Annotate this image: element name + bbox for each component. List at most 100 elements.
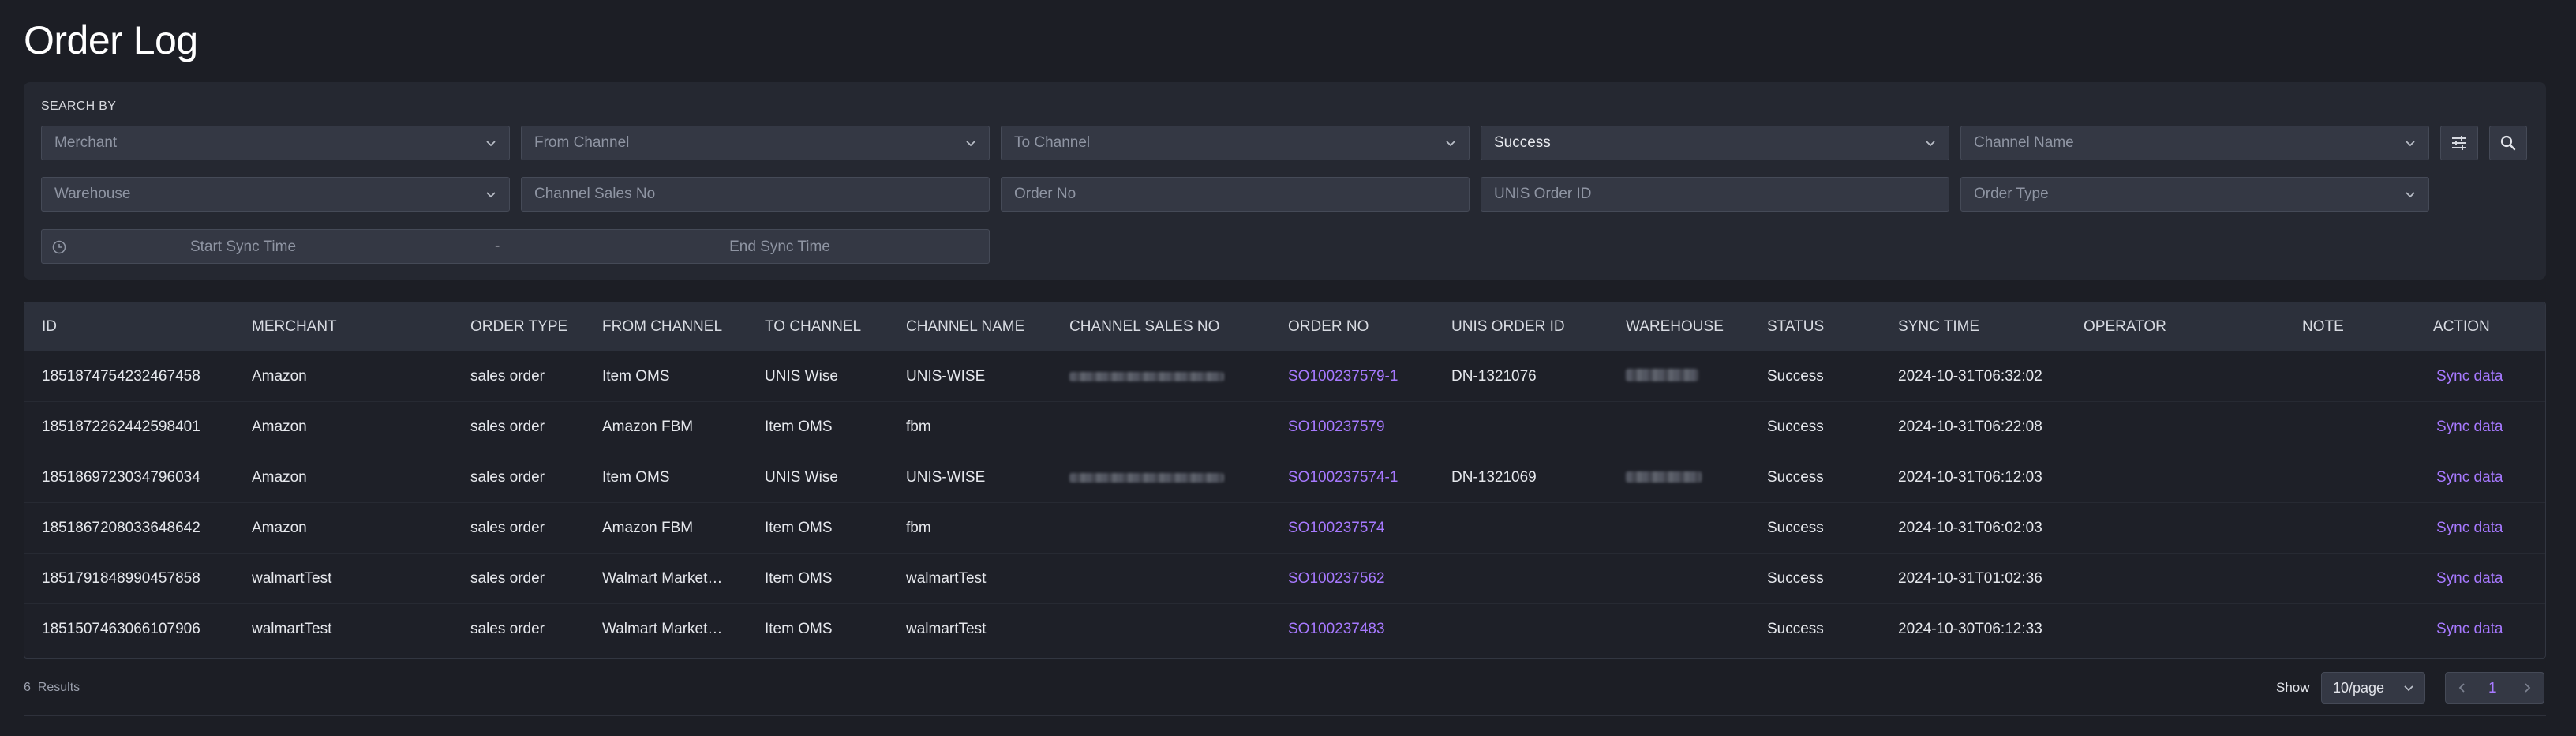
pagination: 1 [2445,672,2544,704]
unis-order-id-input[interactable]: UNIS Order ID [1481,177,1949,212]
column-header-operator: OPERATOR [2084,318,2166,335]
cell-id: 1851869723034796034 [42,469,200,486]
warehouse-select[interactable]: Warehouse [41,177,510,212]
chevron-left-icon[interactable] [2457,682,2468,693]
cell-status: Success [1767,520,1824,536]
merchant-select-placeholder: Merchant [54,134,118,151]
order-no-link[interactable]: SO100237574-1 [1288,469,1398,486]
cell-merchant: Amazon [252,520,307,536]
cell-sync-time: 2024-10-30T06:12:33 [1898,621,2042,637]
cell-sync-time: 2024-10-31T06:22:08 [1898,419,2042,435]
order-no-link[interactable]: SO100237579-1 [1288,368,1398,385]
column-header-warehouse: WAREHOUSE [1626,318,1724,335]
cell-unis-order-id: DN-1321076 [1451,368,1537,385]
unis-order-id-placeholder: UNIS Order ID [1494,186,1592,202]
order-no-input[interactable]: Order No [1001,177,1470,212]
table-row: 1851867208033648642 Amazon sales order A… [24,503,2545,554]
cell-order-type: sales order [470,419,545,435]
column-header-channel-sales-no: CHANNEL SALES NO [1069,318,1220,335]
redacted-warehouse [1626,369,1698,381]
cell-from-channel: Walmart Market… [602,621,723,637]
search-button[interactable] [2489,126,2527,160]
cell-merchant: Amazon [252,368,307,385]
redacted-warehouse [1626,471,1702,483]
to-channel-select[interactable]: To Channel [1001,126,1470,160]
cell-channel-name: walmartTest [906,570,987,587]
cell-to-channel: Item OMS [765,621,833,637]
cell-status: Success [1767,469,1824,486]
cell-from-channel: Item OMS [602,368,670,385]
order-no-link[interactable]: SO100237579 [1288,419,1385,436]
sync-data-link[interactable]: Sync data [2436,419,2503,436]
cell-order-type: sales order [470,520,545,536]
results-label: Results [37,681,80,694]
results-count: 6 Results [24,681,80,695]
column-header-action: ACTION [2433,318,2490,335]
from-channel-select[interactable]: From Channel [521,126,990,160]
cell-status: Success [1767,570,1824,587]
cell-order-type: sales order [470,621,545,637]
column-header-order-type: ORDER TYPE [470,318,568,335]
column-header-merchant: MERCHANT [252,318,337,335]
order-type-select[interactable]: Order Type [1960,177,2429,212]
cell-unis-order-id: DN-1321069 [1451,469,1537,486]
cell-to-channel: Item OMS [765,520,833,536]
table-header: ID MERCHANT ORDER TYPE FROM CHANNEL TO C… [24,302,2545,351]
column-header-sync-time: SYNC TIME [1898,318,1980,335]
table-row: 1851507463066107906 walmartTest sales or… [24,604,2545,655]
cell-status: Success [1767,419,1824,435]
sync-data-link[interactable]: Sync data [2436,368,2503,385]
sync-data-link[interactable]: Sync data [2436,520,2503,537]
order-type-select-placeholder: Order Type [1974,186,2049,202]
chevron-down-icon [2406,141,2415,147]
cell-to-channel: UNIS Wise [765,368,838,385]
channel-sales-no-input[interactable]: Channel Sales No [521,177,990,212]
order-no-link[interactable]: SO100237562 [1288,570,1385,588]
status-select-value: Success [1494,134,1551,151]
cell-to-channel: Item OMS [765,570,833,587]
search-icon [2500,135,2516,151]
order-no-link[interactable]: SO100237574 [1288,520,1385,537]
cell-from-channel: Amazon FBM [602,520,694,536]
cell-from-channel: Walmart Market… [602,570,723,587]
column-header-status: STATUS [1767,318,1825,335]
current-page-button[interactable]: 1 [2488,680,2497,697]
sync-time-range-picker[interactable]: Start Sync Time - End Sync Time [41,229,990,264]
cell-sync-time: 2024-10-31T06:02:03 [1898,520,2042,536]
column-header-from-channel: FROM CHANNEL [602,318,723,335]
chevron-down-icon [2404,685,2413,692]
search-panel: SEARCH BY Merchant From Channel To Chann… [24,82,2546,280]
page-title: Order Log [24,18,198,62]
cell-to-channel: Item OMS [765,419,833,435]
cell-channel-name: UNIS-WISE [906,469,986,486]
cell-sync-time: 2024-10-31T01:02:36 [1898,570,2042,587]
channel-name-select[interactable]: Channel Name [1960,126,2429,160]
to-channel-select-placeholder: To Channel [1014,134,1091,151]
page-size-select[interactable]: 10/page [2321,672,2425,704]
status-select[interactable]: Success [1481,126,1949,160]
sync-data-link[interactable]: Sync data [2436,570,2503,588]
filter-settings-button[interactable] [2440,126,2478,160]
cell-sync-time: 2024-10-31T06:32:02 [1898,368,2042,385]
sync-data-link[interactable]: Sync data [2436,469,2503,486]
from-channel-select-placeholder: From Channel [534,134,630,151]
order-no-link[interactable]: SO100237483 [1288,621,1385,638]
cell-order-type: sales order [470,570,545,587]
chevron-right-icon[interactable] [2522,682,2533,693]
end-sync-time-input[interactable]: End Sync Time [650,238,910,256]
cell-merchant: Amazon [252,469,307,486]
sync-data-link[interactable]: Sync data [2436,621,2503,638]
cell-id: 1851507463066107906 [42,621,200,637]
warehouse-select-placeholder: Warehouse [54,186,131,202]
cell-merchant: walmartTest [252,570,332,587]
cell-channel-name: UNIS-WISE [906,368,986,385]
start-sync-time-input[interactable]: Start Sync Time [113,238,373,256]
table-row: 1851791848990457858 walmartTest sales or… [24,554,2545,604]
cell-from-channel: Item OMS [602,469,670,486]
cell-from-channel: Amazon FBM [602,419,694,435]
column-header-unis-order-id: UNIS ORDER ID [1451,318,1565,335]
merchant-select[interactable]: Merchant [41,126,510,160]
cell-sync-time: 2024-10-31T06:12:03 [1898,469,2042,486]
cell-status: Success [1767,368,1824,385]
chevron-down-icon [966,141,975,147]
